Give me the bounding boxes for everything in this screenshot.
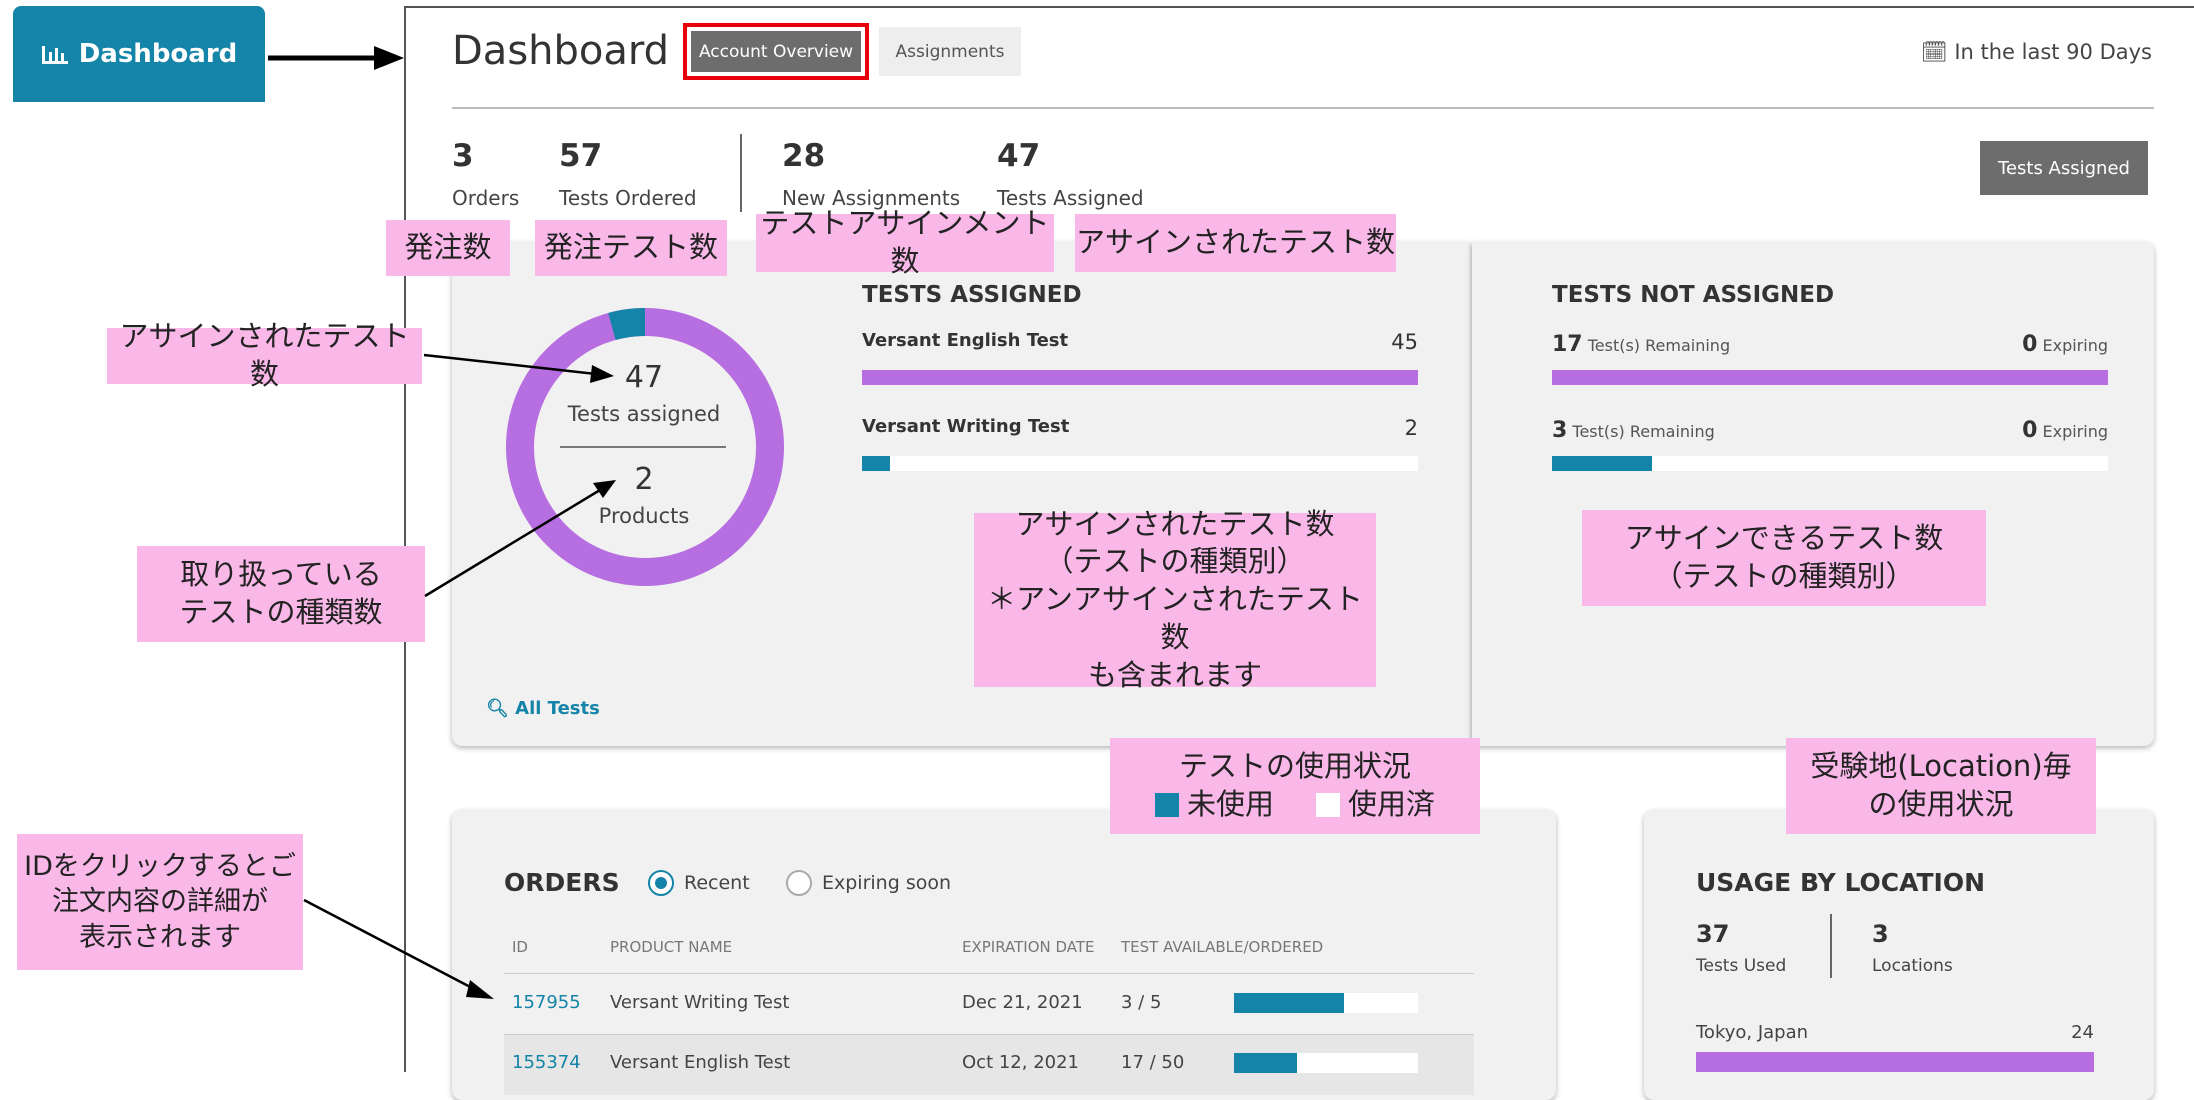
annotation-assignable: アサインできるテスト数 （テストの種類別） bbox=[1582, 510, 1986, 606]
orders-label: Orders bbox=[452, 186, 520, 210]
available-bar-fill bbox=[1234, 1053, 1297, 1073]
tests-used-count: 37 bbox=[1696, 920, 1730, 948]
annotation-orders: 発注数 bbox=[386, 220, 510, 276]
expiring-row: 0 Expiring bbox=[1900, 418, 2108, 443]
assigned-bar-fill bbox=[862, 456, 890, 471]
orders-count: 3 bbox=[452, 138, 474, 174]
column-header: ID bbox=[512, 938, 528, 956]
donut-center-label: Tests assigned bbox=[567, 402, 721, 426]
search-icon: 🔍︎ bbox=[486, 698, 509, 719]
radio-recent[interactable] bbox=[648, 870, 674, 896]
table-row: 157955 Versant Writing Test Dec 21, 2021… bbox=[504, 974, 1474, 1034]
header-divider bbox=[452, 107, 2154, 109]
available-bar-track bbox=[1234, 1053, 1418, 1073]
expiring-count: 0 bbox=[2022, 418, 2038, 443]
all-tests-link[interactable]: 🔍︎ All Tests bbox=[486, 698, 600, 719]
locations-label: Locations bbox=[1872, 956, 1953, 976]
radio-expiring[interactable] bbox=[786, 870, 812, 896]
products-count: 2 bbox=[634, 462, 654, 497]
assigned-item-name: Versant English Test bbox=[862, 330, 1069, 351]
tab-assignments[interactable]: Assignments bbox=[879, 27, 1021, 76]
donut-center-value: 47 bbox=[624, 360, 664, 395]
bar-chart-icon bbox=[41, 43, 69, 65]
legend-unused-swatch bbox=[1154, 792, 1179, 817]
usage-legend: 未使用 使用済 bbox=[1154, 786, 1435, 824]
remaining-count: 3 bbox=[1552, 418, 1568, 443]
tests-assigned-button[interactable]: Tests Assigned bbox=[1980, 141, 2148, 195]
annotation-assignments: テストアサインメント数 bbox=[756, 206, 1054, 278]
expiring-count: 0 bbox=[2022, 332, 2038, 357]
new-assignments-count: 28 bbox=[782, 138, 826, 174]
assigned-item-name: Versant Writing Test bbox=[862, 416, 1070, 437]
calendar-icon: 🗓︎ bbox=[1920, 40, 1948, 64]
sidebar-dashboard-button[interactable]: Dashboard bbox=[13, 6, 265, 102]
order-id-link[interactable]: 157955 bbox=[512, 992, 581, 1013]
annotation-usage-status: テストの使用状況 未使用 使用済 bbox=[1110, 738, 1480, 834]
tests-ordered-count: 57 bbox=[559, 138, 603, 174]
location-value: 24 bbox=[2071, 1022, 2094, 1043]
expiration-date: Dec 21, 2021 bbox=[962, 992, 1083, 1013]
remaining-label: Test(s) Remaining bbox=[1572, 422, 1715, 441]
available-count: 17 / 50 bbox=[1121, 1052, 1185, 1073]
remaining-row: 3 Test(s) Remaining bbox=[1552, 418, 1715, 443]
remaining-row: 17 Test(s) Remaining bbox=[1552, 332, 1730, 357]
donut-divider bbox=[560, 446, 726, 448]
remaining-count: 17 bbox=[1552, 332, 1583, 357]
order-id-link[interactable]: 155374 bbox=[512, 1052, 581, 1073]
remaining-bar-fill bbox=[1552, 456, 1653, 471]
tests-used-label: Tests Used bbox=[1696, 956, 1787, 976]
column-header: TEST AVAILABLE/ORDERED bbox=[1121, 938, 1324, 956]
assigned-item-value: 45 bbox=[1391, 330, 1418, 354]
products-label: Products bbox=[598, 504, 690, 528]
assigned-bar-fill bbox=[862, 370, 1418, 385]
tests-not-assigned-heading: TESTS NOT ASSIGNED bbox=[1552, 282, 1835, 308]
radio-expiring-label: Expiring soon bbox=[822, 872, 952, 894]
expiration-date: Oct 12, 2021 bbox=[962, 1052, 1079, 1073]
legend-used-swatch bbox=[1316, 792, 1340, 817]
annotation-by-type: アサインされたテスト数 （テストの種類別） ＊アンアサインされたテスト数 も含ま… bbox=[974, 507, 1376, 692]
location-name: Tokyo, Japan bbox=[1696, 1022, 1809, 1043]
annotation-location: 受験地(Location)毎 の使用状況 bbox=[1786, 738, 2096, 834]
remaining-bar-track bbox=[1552, 456, 2108, 471]
tests-assigned-heading: TESTS ASSIGNED bbox=[862, 282, 1082, 308]
locations-count: 3 bbox=[1872, 920, 1889, 948]
radio-recent-label: Recent bbox=[684, 872, 750, 894]
annotation-order-id: IDをクリックするとご 注文内容の詳細が 表示されます bbox=[17, 834, 303, 970]
assigned-item-value: 2 bbox=[1404, 416, 1418, 440]
assigned-bar-track bbox=[862, 370, 1418, 385]
tab-account-overview[interactable]: Account Overview bbox=[683, 23, 869, 80]
remaining-bar-track bbox=[1552, 370, 2108, 385]
tests-ordered-label: Tests Ordered bbox=[559, 186, 697, 210]
period-selector[interactable]: 🗓︎ In the last 90 Days bbox=[1921, 40, 2152, 65]
orders-heading: ORDERS bbox=[504, 868, 620, 897]
remaining-bar-fill bbox=[1552, 370, 2108, 385]
expiring-row: 0 Expiring bbox=[1900, 332, 2108, 357]
available-count: 3 / 5 bbox=[1121, 992, 1162, 1013]
available-bar-fill bbox=[1234, 993, 1345, 1013]
usage-divider bbox=[1830, 914, 1832, 978]
table-row: 155374 Versant English Test Oct 12, 2021… bbox=[504, 1035, 1474, 1095]
expiring-label: Expiring bbox=[2042, 336, 2109, 355]
column-header: EXPIRATION DATE bbox=[962, 938, 1095, 956]
period-label: In the last 90 Days bbox=[1954, 40, 2152, 64]
expiring-label: Expiring bbox=[2042, 422, 2109, 441]
tests-assigned-count: 47 bbox=[997, 138, 1041, 174]
column-header: PRODUCT NAME bbox=[610, 938, 733, 956]
annotation-assigned: アサインされたテスト数 bbox=[1075, 214, 1396, 272]
remaining-label: Test(s) Remaining bbox=[1587, 336, 1731, 355]
available-bar-track bbox=[1234, 993, 1418, 1013]
stats-divider bbox=[740, 134, 742, 212]
annotation-tests-ordered: 発注テスト数 bbox=[535, 220, 727, 276]
assigned-bar-track bbox=[862, 456, 1418, 471]
annotation-donut-assigned: アサインされたテスト数 bbox=[107, 319, 422, 391]
sidebar-dashboard-label: Dashboard bbox=[78, 39, 238, 69]
annotation-products: 取り扱っている テストの種類数 bbox=[137, 546, 425, 642]
not-assigned-card bbox=[1472, 242, 2154, 746]
location-bar bbox=[1696, 1052, 2094, 1072]
product-name: Versant Writing Test bbox=[610, 992, 790, 1013]
product-name: Versant English Test bbox=[610, 1052, 791, 1073]
usage-heading: USAGE BY LOCATION bbox=[1696, 868, 1986, 897]
pointer-arrow bbox=[268, 46, 404, 70]
page-title: Dashboard bbox=[452, 28, 670, 74]
